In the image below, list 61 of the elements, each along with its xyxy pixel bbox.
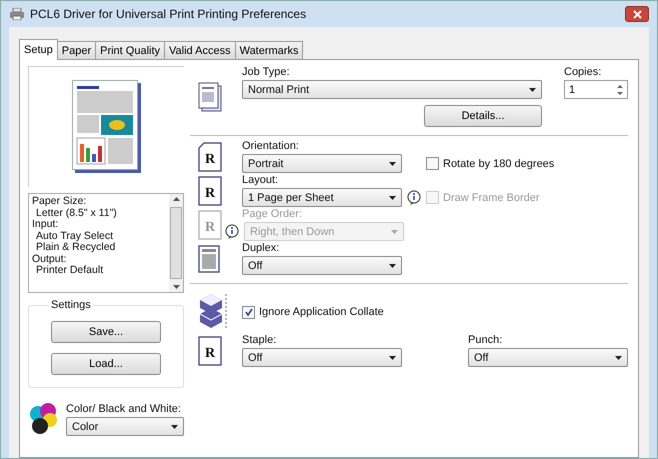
field-label: Page Order:	[242, 208, 303, 220]
group-title: Settings	[50, 299, 92, 311]
field-label: Copies:	[564, 66, 602, 78]
field-label: Orientation:	[242, 140, 300, 152]
summary-line: Letter (8.5" x 11")	[35, 208, 118, 219]
checkbox-label: Ignore Application Collate	[259, 306, 384, 318]
info-icon[interactable]	[406, 190, 422, 206]
settings-button[interactable]: Save...	[51, 321, 161, 343]
close-icon	[632, 10, 642, 18]
summary-line: Auto Tray Select	[35, 230, 114, 242]
page-icon: R	[198, 336, 222, 366]
caret-icon	[389, 356, 396, 360]
scroll-down-icon[interactable]	[172, 285, 180, 289]
field-label: Duplex:	[242, 242, 280, 254]
field-label: Job Type:	[242, 66, 290, 78]
caret-icon	[389, 162, 396, 166]
document-stack-icon	[198, 82, 222, 112]
caret-icon	[615, 356, 622, 360]
field-label: Punch:	[468, 334, 504, 346]
tab[interactable]: Setup	[19, 39, 58, 60]
scroll-up-icon[interactable]	[172, 197, 180, 201]
details-button[interactable]: Details...	[424, 105, 542, 127]
summary-line: Output:	[32, 254, 66, 264]
dropdown[interactable]: 1 Page per Sheet	[242, 188, 402, 207]
dropdown[interactable]: Off	[242, 348, 402, 367]
dropdown[interactable]: Off	[242, 256, 402, 275]
summary-line: Plain & Recycled	[35, 242, 116, 254]
tab[interactable]: Watermarks	[234, 41, 304, 59]
caret-icon	[529, 88, 536, 92]
tab[interactable]: Valid Access	[164, 41, 236, 59]
field-label: Color/ Black and White:	[66, 403, 182, 415]
summary-line: Input:	[32, 219, 60, 230]
window-title: PCL6 Driver for Universal Print Printing Preferences	[30, 7, 308, 21]
checkbox[interactable]	[242, 306, 255, 318]
page-icon: R	[198, 210, 222, 240]
dropdown[interactable]: Off	[468, 348, 628, 367]
summary-line: Paper Size:	[32, 196, 88, 208]
duplex-page-icon	[198, 244, 220, 272]
tab[interactable]: Paper	[56, 41, 96, 59]
settings-button[interactable]: Load...	[51, 353, 161, 375]
page-icon: R	[198, 142, 222, 172]
checkbox[interactable]	[426, 157, 439, 170]
caret-icon	[391, 230, 398, 234]
close-button[interactable]	[625, 6, 649, 22]
tab[interactable]: Print Quality	[95, 41, 166, 59]
checkbox-label: Rotate by 180 degrees	[443, 158, 554, 170]
printer-icon	[9, 8, 25, 20]
checkbox-label: Draw Frame Border	[443, 192, 540, 204]
dropdown[interactable]: Normal Print	[242, 80, 542, 99]
field-label: Layout:	[242, 174, 280, 186]
summary-line: Printer Default	[36, 265, 104, 276]
page-icon: R	[198, 176, 222, 206]
scrollbar[interactable]	[169, 194, 183, 292]
dropdown[interactable]: Portrait	[242, 154, 402, 173]
caret-icon	[389, 196, 396, 200]
caret-icon	[389, 264, 396, 268]
field-label: Staple:	[242, 334, 278, 346]
copies-spinner[interactable]: 1	[564, 80, 628, 99]
dropdown[interactable]: Color	[66, 417, 184, 436]
info-icon[interactable]	[224, 224, 240, 240]
caret-icon	[171, 424, 178, 428]
